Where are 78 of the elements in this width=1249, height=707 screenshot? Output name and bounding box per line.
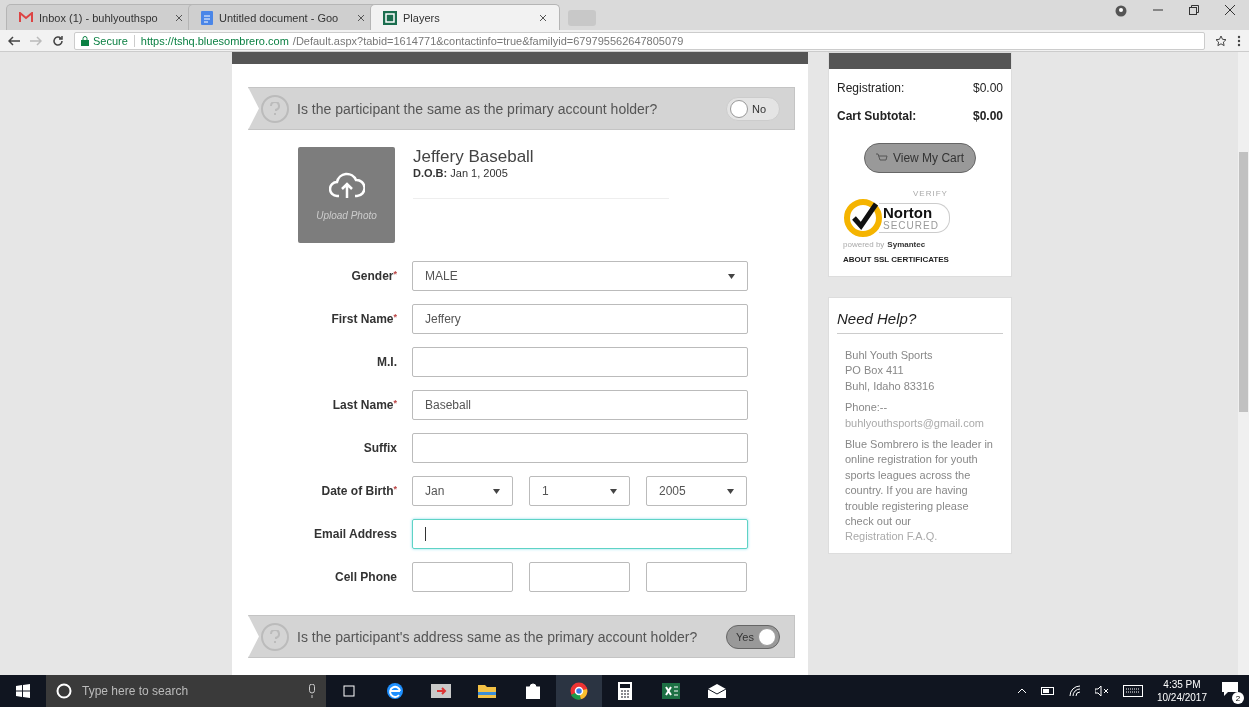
menu-icon[interactable] <box>1237 34 1241 47</box>
phone-field[interactable] <box>646 562 747 592</box>
close-icon[interactable] <box>1225 5 1235 15</box>
cart-label: Cart Subtotal: <box>837 109 917 123</box>
scrollbar-thumb[interactable] <box>1239 152 1248 412</box>
taskbar-clock[interactable]: 4:35 PM 10/24/2017 <box>1156 678 1207 704</box>
speaker-muted-icon[interactable] <box>1094 686 1109 696</box>
cart-amount: $0.00 <box>972 109 1003 123</box>
date-select[interactable]: Jan <box>412 476 513 506</box>
microphone-icon[interactable] <box>308 684 316 698</box>
seal-caption: powered by Symantec <box>843 240 926 249</box>
input-field[interactable] <box>412 347 748 377</box>
toggle-switch[interactable]: Yes <box>726 624 780 649</box>
date-select[interactable]: 1 <box>529 476 630 506</box>
battery-icon[interactable] <box>1040 687 1055 695</box>
back-icon[interactable] <box>8 35 20 46</box>
seal-text: VERIFY <box>913 189 948 198</box>
dropdown-arrow-icon <box>728 273 735 279</box>
address-line: Buhl, Idaho 83316 <box>845 378 936 394</box>
help-title: Need Help? <box>837 310 1003 334</box>
text-cursor <box>425 527 426 541</box>
ssl-link[interactable]: ABOUT SSL CERTIFICATES <box>843 255 949 264</box>
reload-icon[interactable] <box>52 34 64 47</box>
address-line: PO Box 411 <box>845 363 905 379</box>
input-field[interactable]: Baseball <box>412 390 748 420</box>
help-icon <box>261 622 289 651</box>
field-label: Last Name* <box>331 398 397 412</box>
input-field[interactable] <box>412 433 748 463</box>
address-bar[interactable]: Secure https://tshq.bluesombrero.com /Default.aspx?tabid=1614771&contactinfo=true&familyid=679795562647805079 <box>74 31 1205 50</box>
phone-field[interactable] <box>412 562 513 592</box>
chrome-icon[interactable] <box>556 675 602 707</box>
phone-text: Phone:-- <box>845 400 889 416</box>
dropdown-arrow-icon <box>493 488 500 494</box>
dropdown-arrow-icon <box>610 488 617 494</box>
close-icon[interactable] <box>357 13 365 22</box>
chevron-up-icon[interactable] <box>1016 688 1027 694</box>
cart-amount: $0.00 <box>972 81 1003 95</box>
dropdown-arrow-icon <box>727 488 734 494</box>
norton-seal: Norton SECURED <box>879 203 950 233</box>
input-field[interactable] <box>412 519 748 549</box>
field-label: First Name* <box>330 312 397 326</box>
restore-icon[interactable] <box>1189 5 1199 15</box>
browser-tab[interactable]: Players <box>370 4 560 30</box>
field-label: Suffix <box>362 441 397 455</box>
account-icon[interactable] <box>1115 5 1127 17</box>
app-logo-icon <box>383 10 397 25</box>
circle-icon <box>56 683 72 699</box>
question-text: Is the participant's address same as the primary account holder? <box>297 628 699 645</box>
toggle-switch[interactable]: No <box>726 96 780 121</box>
cart-icon <box>875 153 888 163</box>
close-icon[interactable] <box>539 13 547 22</box>
input-field[interactable]: Jeffery <box>412 304 748 334</box>
document-icon <box>201 10 213 25</box>
help-paragraph: Blue Sombrero is the leader in online registration for youth sports leagues across the country. If you are having trouble registering please check out our Registration F.A.Q. <box>845 436 994 545</box>
field-label: M.I. <box>376 355 397 369</box>
field-label: Email Address <box>313 527 397 541</box>
field-label: Gender* <box>350 269 397 283</box>
date-of-birth: D.O.B: Jan 1, 2005 <box>413 167 509 179</box>
checkmark-seal-icon <box>843 198 883 238</box>
wifi-icon[interactable] <box>1068 685 1081 697</box>
lock-icon <box>81 35 89 46</box>
taskbar-search[interactable]: Type here to search <box>46 675 326 707</box>
field-label: Date of Birth* <box>320 484 397 498</box>
cart-label: Registration: <box>837 81 905 95</box>
question-text: Is the participant the same as the primary account holder? <box>297 100 659 117</box>
keyboard-icon[interactable] <box>1122 685 1143 697</box>
mail-icon <box>19 12 33 23</box>
windows-logo-icon <box>16 684 30 698</box>
participant-name: Jeffery Baseball <box>413 147 535 167</box>
star-icon[interactable] <box>1215 34 1227 47</box>
gender-select[interactable]: MALE <box>412 261 748 291</box>
address-line: Buhl Youth Sports <box>845 348 934 363</box>
view-cart-button[interactable]: View My Cart <box>864 143 976 173</box>
close-icon[interactable] <box>175 13 183 22</box>
help-icon <box>261 94 289 123</box>
phone-field[interactable] <box>529 562 630 592</box>
date-select[interactable]: 2005 <box>646 476 747 506</box>
field-label: Cell Phone <box>334 570 397 584</box>
